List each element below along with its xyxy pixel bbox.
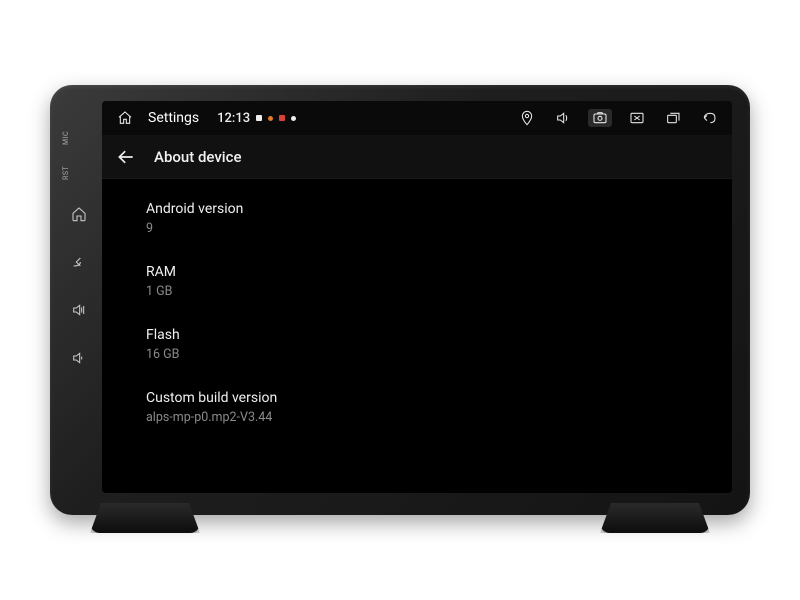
home-icon[interactable]: [114, 109, 136, 127]
about-row-flash[interactable]: Flash 16 GB: [146, 313, 732, 376]
row-label: Custom build version: [146, 390, 712, 406]
screen: Settings 12:13 About device: [102, 101, 732, 493]
close-icon[interactable]: [626, 109, 648, 127]
row-label: Flash: [146, 327, 712, 343]
row-value: alps-mp-p0.mp2-V3.44: [146, 410, 712, 425]
row-label: Android version: [146, 201, 712, 217]
indicator-icon: [256, 115, 262, 121]
about-list: Android version 9 RAM 1 GB Flash 16 GB C…: [102, 179, 732, 493]
bezel-mic-label: MIC: [62, 131, 70, 145]
bezel-rst-label: RST: [62, 166, 70, 180]
about-row-build-version[interactable]: Custom build version alps-mp-p0.mp2-V3.4…: [146, 376, 732, 439]
page-title: About device: [154, 148, 241, 166]
volume-icon[interactable]: [552, 109, 574, 127]
about-row-android-version[interactable]: Android version 9: [146, 187, 732, 250]
statusbar-app-title: Settings: [148, 110, 199, 126]
about-row-ram[interactable]: RAM 1 GB: [146, 250, 732, 313]
hardware-side-buttons: [70, 205, 88, 367]
screenshot-icon[interactable]: [588, 109, 612, 127]
nav-back-icon[interactable]: [698, 109, 720, 127]
location-icon[interactable]: [516, 109, 538, 127]
clock: 12:13: [217, 111, 250, 126]
hw-home-button[interactable]: [70, 205, 88, 223]
recent-apps-icon[interactable]: [662, 109, 684, 127]
usb-indicator-icon: [279, 115, 285, 121]
status-bar: Settings 12:13: [102, 101, 732, 135]
hw-back-button[interactable]: [70, 253, 88, 271]
row-label: RAM: [146, 264, 712, 280]
hw-volume-up-button[interactable]: [70, 301, 88, 319]
row-value: 16 GB: [146, 347, 712, 362]
hw-volume-down-button[interactable]: [70, 349, 88, 367]
indicator-icon: [268, 116, 273, 121]
page-header: About device: [102, 135, 732, 179]
row-value: 1 GB: [146, 284, 712, 299]
back-button[interactable]: [116, 147, 136, 167]
indicator-icon: [291, 116, 296, 121]
row-value: 9: [146, 221, 712, 236]
device-mount-legs: [90, 503, 710, 533]
device-frame: MIC RST Settings 12:13: [50, 85, 750, 515]
